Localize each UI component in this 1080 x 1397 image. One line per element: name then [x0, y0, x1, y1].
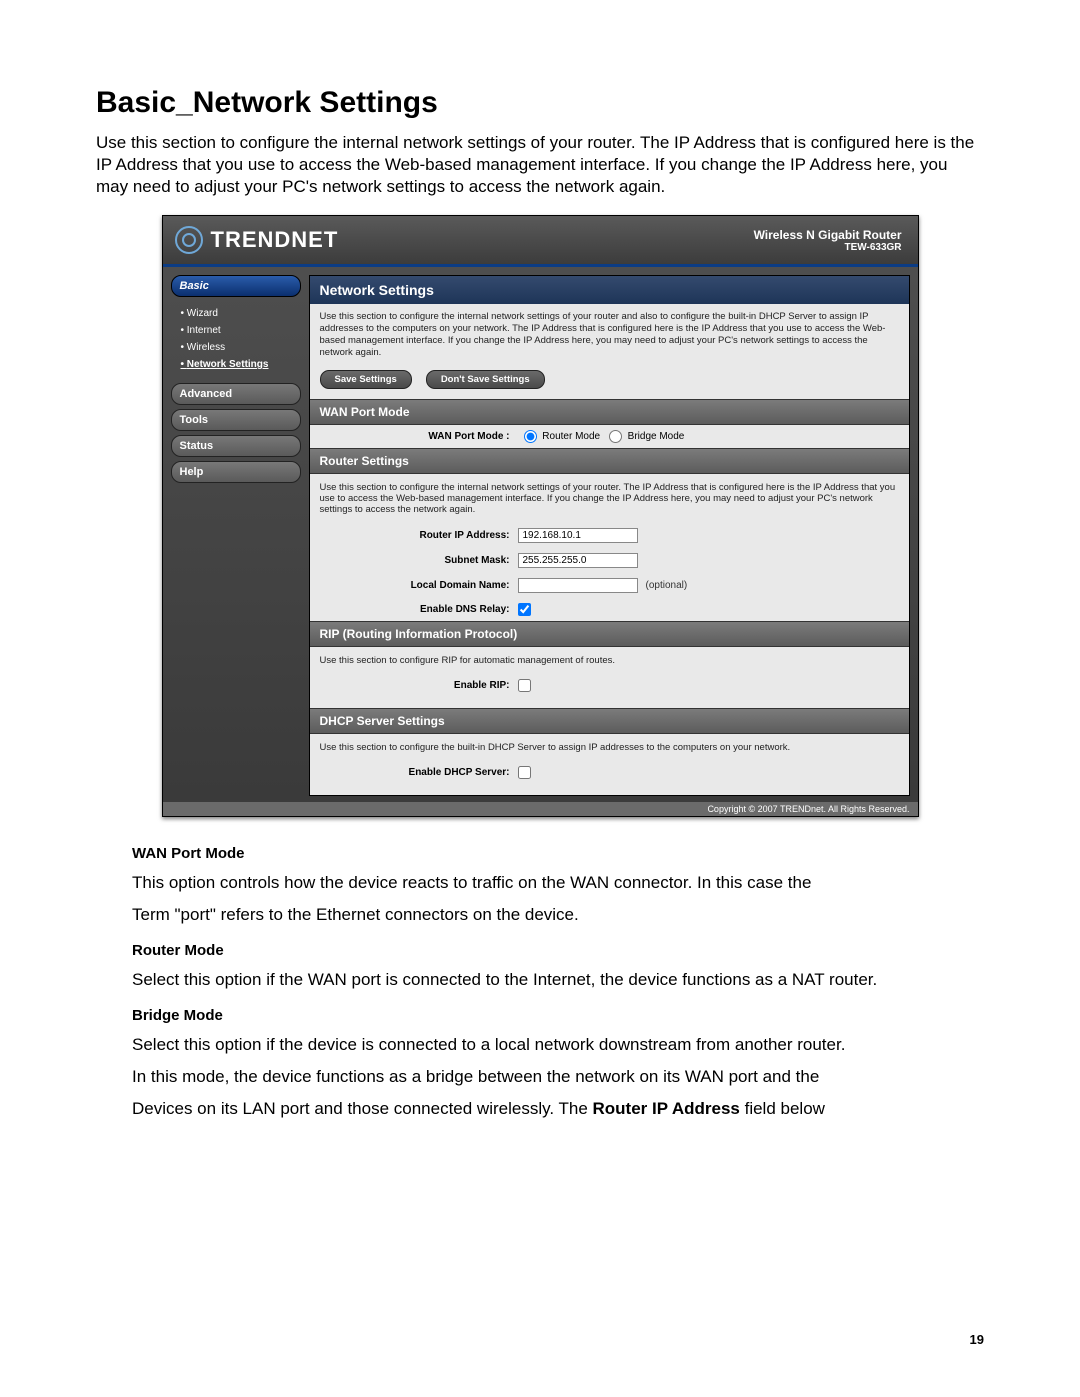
- rip-label: Enable RIP:: [320, 680, 518, 691]
- nav-tools[interactable]: Tools: [171, 409, 301, 431]
- section-router-settings: Router Settings: [310, 448, 909, 474]
- wan-mode-options: Router Mode Bridge Mode: [518, 430, 685, 443]
- intro-text: Use this section to configure the intern…: [96, 132, 984, 197]
- dhcp-desc: Use this section to configure the built-…: [310, 734, 909, 761]
- router-body: Basic Wizard Internet Wireless Network S…: [163, 267, 918, 800]
- wan-p2: Term "port" refers to the Ethernet conne…: [132, 904, 948, 926]
- wan-p1: This option controls how the device reac…: [132, 872, 948, 894]
- nav-advanced[interactable]: Advanced: [171, 383, 301, 405]
- radio-router-mode-label: Router Mode: [542, 431, 600, 442]
- radio-bridge-mode[interactable]: [609, 430, 622, 443]
- router-ip-label: Router IP Address:: [320, 530, 518, 541]
- wan-mode-label: WAN Port Mode :: [320, 431, 518, 442]
- domain-label: Local Domain Name:: [320, 580, 518, 591]
- router-screenshot: TRENDNET Wireless N Gigabit Router TEW-6…: [162, 215, 919, 817]
- subnet-mask-label: Subnet Mask:: [320, 555, 518, 566]
- dns-relay-checkbox[interactable]: [518, 603, 531, 616]
- dont-save-button[interactable]: Don't Save Settings: [426, 370, 545, 389]
- dns-relay-label: Enable DNS Relay:: [320, 604, 518, 615]
- router-header: TRENDNET Wireless N Gigabit Router TEW-6…: [163, 216, 918, 267]
- nav-basic-sub: Wizard Internet Wireless Network Setting…: [171, 301, 301, 379]
- radio-bridge-mode-label: Bridge Mode: [628, 431, 685, 442]
- page-number: 19: [970, 1332, 984, 1347]
- dhcp-checkbox[interactable]: [518, 766, 531, 779]
- bridge-mode-heading: Bridge Mode: [132, 1007, 948, 1024]
- brand-text: TRENDNET: [211, 227, 339, 253]
- section-dhcp: DHCP Server Settings: [310, 708, 909, 734]
- router-footer: Copyright © 2007 TRENDnet. All Rights Re…: [163, 802, 918, 816]
- router-mode-p: Select this option if the WAN port is co…: [132, 969, 948, 991]
- brand-logo: TRENDNET: [175, 226, 339, 254]
- bridge-p3: Devices on its LAN port and those connec…: [132, 1098, 948, 1120]
- sidebar: Basic Wizard Internet Wireless Network S…: [171, 275, 301, 796]
- sidebar-item-wireless[interactable]: Wireless: [181, 339, 301, 356]
- domain-note: (optional): [646, 580, 688, 591]
- sidebar-item-network-settings[interactable]: Network Settings: [181, 356, 301, 373]
- page-title: Basic_Network Settings: [96, 86, 984, 120]
- content-top-desc: Use this section to configure the intern…: [310, 304, 909, 366]
- section-wan-port-mode: WAN Port Mode: [310, 399, 909, 425]
- wan-port-mode-heading: WAN Port Mode: [132, 845, 948, 862]
- model-line1: Wireless N Gigabit Router: [754, 228, 902, 242]
- nav-status[interactable]: Status: [171, 435, 301, 457]
- nav-help[interactable]: Help: [171, 461, 301, 483]
- radio-router-mode[interactable]: [524, 430, 537, 443]
- nav-basic[interactable]: Basic: [171, 275, 301, 297]
- section-rip: RIP (Routing Information Protocol): [310, 621, 909, 647]
- content-title: Network Settings: [310, 276, 909, 304]
- sidebar-item-internet[interactable]: Internet: [181, 322, 301, 339]
- router-mode-heading: Router Mode: [132, 942, 948, 959]
- bridge-p2: In this mode, the device functions as a …: [132, 1066, 948, 1088]
- subnet-mask-input[interactable]: [518, 553, 638, 568]
- sidebar-item-wizard[interactable]: Wizard: [181, 305, 301, 322]
- bridge-p1: Select this option if the device is conn…: [132, 1034, 948, 1056]
- router-ip-input[interactable]: [518, 528, 638, 543]
- dhcp-label: Enable DHCP Server:: [320, 767, 518, 778]
- brand-icon: [175, 226, 203, 254]
- router-settings-desc: Use this section to configure the intern…: [310, 474, 909, 523]
- save-button[interactable]: Save Settings: [320, 370, 412, 389]
- rip-desc: Use this section to configure RIP for au…: [310, 647, 909, 674]
- domain-input[interactable]: [518, 578, 638, 593]
- content-panel: Network Settings Use this section to con…: [309, 275, 910, 796]
- model-label: Wireless N Gigabit Router TEW-633GR: [754, 228, 902, 253]
- model-line2: TEW-633GR: [754, 242, 902, 253]
- rip-checkbox[interactable]: [518, 679, 531, 692]
